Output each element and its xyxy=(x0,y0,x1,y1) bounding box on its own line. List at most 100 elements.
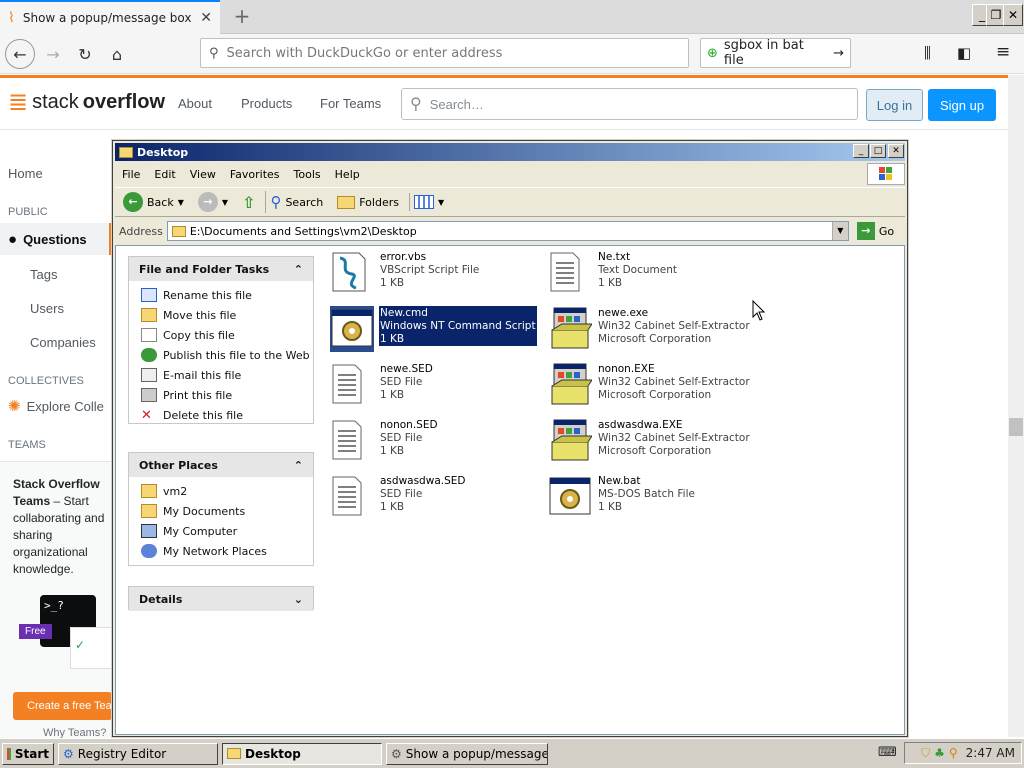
home-button[interactable]: ⌂ xyxy=(102,39,132,69)
nav-for-teams[interactable]: For Teams xyxy=(320,96,381,111)
taskbar-browser[interactable]: ⚙ Show a popup/message ... xyxy=(386,742,548,765)
menu-help[interactable]: Help xyxy=(328,168,367,181)
up-folder-icon: ⇧ xyxy=(242,192,256,212)
up-folder-button[interactable]: ⇧ xyxy=(238,191,259,214)
explorer-close-button[interactable]: ✕ xyxy=(888,144,904,158)
menu-icon[interactable]: ≡ xyxy=(996,42,1010,62)
task-email[interactable]: E-mail this file xyxy=(129,365,313,385)
file-detail: 1 KB xyxy=(598,501,623,513)
reload-button[interactable]: ↻ xyxy=(70,39,100,69)
search-tray-icon[interactable]: ⚲ xyxy=(949,746,958,760)
task-label: Delete this file xyxy=(163,408,243,422)
menu-tools[interactable]: Tools xyxy=(287,168,328,181)
sidebar-toggle-icon[interactable]: ◧ xyxy=(957,44,971,62)
login-button[interactable]: Log in xyxy=(866,89,923,121)
menu-file[interactable]: File xyxy=(115,168,147,181)
address-dropdown-icon[interactable]: ▼ xyxy=(831,222,848,240)
search-value: sgbox in bat file xyxy=(723,38,804,68)
task-copy[interactable]: Copy this file xyxy=(129,325,313,345)
go-button[interactable]: → Go xyxy=(853,220,898,242)
signup-button[interactable]: Sign up xyxy=(928,89,996,121)
scrollbar-thumb[interactable] xyxy=(1009,418,1023,436)
go-arrow-icon: → xyxy=(856,222,875,240)
panel-header[interactable]: Details ⌄ xyxy=(129,587,313,611)
url-bar[interactable]: ⚲ Search with DuckDuckGo or enter addres… xyxy=(200,38,689,68)
menu-favorites[interactable]: Favorites xyxy=(223,168,287,181)
move-icon xyxy=(141,308,157,322)
menu-view[interactable]: View xyxy=(183,168,223,181)
file-item[interactable]: New.bat MS-DOS Batch File 1 KB xyxy=(548,474,758,524)
page-scrollbar[interactable] xyxy=(1008,75,1024,737)
sidebar-item-users[interactable]: Users xyxy=(30,301,64,316)
collapse-chevron-icon[interactable]: ⌃ xyxy=(294,459,303,472)
explorer-maximize-button[interactable]: □ xyxy=(870,144,886,158)
folder-icon xyxy=(171,225,186,237)
task-move[interactable]: Move this file xyxy=(129,305,313,325)
close-window-button[interactable]: ✕ xyxy=(1003,4,1023,26)
back-button[interactable]: ← xyxy=(5,39,35,69)
place-network[interactable]: My Network Places xyxy=(129,541,313,561)
nav-products[interactable]: Products xyxy=(241,96,292,111)
keyboard-icon[interactable]: ⌨ xyxy=(878,745,897,760)
task-print[interactable]: Print this file xyxy=(129,385,313,405)
place-my-documents[interactable]: My Documents xyxy=(129,501,313,521)
start-button[interactable]: Start xyxy=(2,742,54,765)
sidebar-item-tags[interactable]: Tags xyxy=(30,267,57,282)
taskbar-desktop[interactable]: Desktop xyxy=(222,742,382,765)
collapse-chevron-icon[interactable]: ⌃ xyxy=(294,263,303,276)
sidebar-item-questions[interactable]: ● Questions xyxy=(0,223,112,255)
task-label: Copy this file xyxy=(163,328,235,342)
close-tab-icon[interactable]: ✕ xyxy=(200,10,212,26)
place-my-computer[interactable]: My Computer xyxy=(129,521,313,541)
create-team-button[interactable]: Create a free Tea xyxy=(13,692,112,720)
nav-about[interactable]: About xyxy=(178,96,212,111)
panel-header[interactable]: Other Places ⌃ xyxy=(129,453,313,477)
place-vm2[interactable]: vm2 xyxy=(129,481,313,501)
file-item[interactable]: nonon.SED SED File 1 KB xyxy=(330,418,540,468)
file-item[interactable]: Ne.txt Text Document 1 KB xyxy=(548,250,758,300)
folders-button[interactable]: Folders xyxy=(333,194,403,211)
explorer-minimize-button[interactable]: _ xyxy=(853,144,869,158)
search-bar[interactable]: ⊕ sgbox in bat file → xyxy=(700,38,851,68)
sidebar-item-explore-collectives[interactable]: ✺ Explore Colle xyxy=(8,397,104,415)
address-bar: Address E:\Documents and Settings\vm2\De… xyxy=(115,219,905,243)
file-type: SED File xyxy=(380,376,423,388)
browser-tab[interactable]: ⌇ Show a popup/message box from ✕ xyxy=(0,0,220,34)
network-tray-icon[interactable]: ♣ xyxy=(934,746,945,760)
library-icon[interactable]: ⫼ xyxy=(924,44,931,62)
back-button[interactable]: ← Back ▼ xyxy=(119,190,188,214)
file-item[interactable]: newe.exe Win32 Cabinet Self-Extractor Micr… xyxy=(548,306,758,356)
forward-button[interactable]: → ▼ xyxy=(194,190,232,214)
file-detail: Microsoft Corporation xyxy=(598,333,712,345)
shield-icon[interactable]: ⛉ xyxy=(921,746,930,761)
new-tab-button[interactable]: + xyxy=(230,4,254,28)
address-input[interactable]: E:\Documents and Settings\vm2\Desktop ▼ xyxy=(166,221,849,241)
forward-button[interactable]: → xyxy=(38,39,68,69)
file-item[interactable]: nonon.EXE Win32 Cabinet Self-Extractor Mic… xyxy=(548,362,758,412)
views-button[interactable]: ▼ xyxy=(408,193,448,211)
so-search-input[interactable]: ⚲ Search… xyxy=(401,88,858,120)
sidebar-item-companies[interactable]: Companies xyxy=(30,335,96,350)
task-delete[interactable]: ✕ Delete this file xyxy=(129,405,313,425)
menu-edit[interactable]: Edit xyxy=(147,168,182,181)
file-item[interactable]: New.cmd Windows NT Command Script 1 KB xyxy=(330,306,540,356)
file-item[interactable]: asdwasdwa.SED SED File 1 KB xyxy=(330,474,540,524)
file-list: error.vbs VBScript Script File 1 KB Ne.txt T… xyxy=(330,246,904,734)
windows-flag-icon xyxy=(867,163,905,185)
taskbar-registry-editor[interactable]: ⚙ Registry Editor xyxy=(58,742,218,765)
panel-header[interactable]: File and Folder Tasks ⌃ xyxy=(129,257,313,281)
sidebar-item-home[interactable]: Home xyxy=(8,166,43,181)
registry-icon: ⚙ xyxy=(63,746,74,761)
sidebar-heading-teams: TEAMS xyxy=(8,439,46,451)
search-button[interactable]: ⚲ Search xyxy=(265,191,327,213)
file-item[interactable]: newe.SED SED File 1 KB xyxy=(330,362,540,412)
explorer-title-bar[interactable]: Desktop xyxy=(115,143,905,161)
task-publish[interactable]: Publish this file to the Web xyxy=(129,345,313,365)
address-label: Address xyxy=(119,224,163,238)
file-item[interactable]: error.vbs VBScript Script File 1 KB xyxy=(330,250,540,300)
file-item[interactable]: asdwasdwa.EXE Win32 Cabinet Self-Extracto… xyxy=(548,418,758,468)
stackoverflow-logo[interactable]: ≣ stack overflow xyxy=(8,88,165,117)
expand-chevron-icon[interactable]: ⌄ xyxy=(294,593,303,606)
task-rename[interactable]: Rename this file xyxy=(129,285,313,305)
go-arrow-icon[interactable]: → xyxy=(833,46,844,61)
